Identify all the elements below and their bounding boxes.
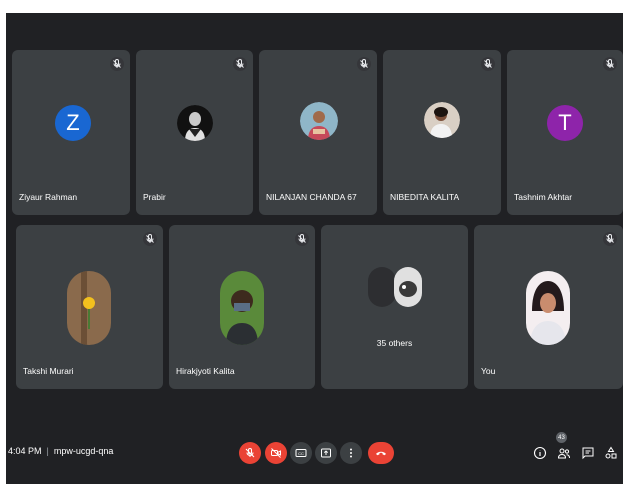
captions-button[interactable]: CC xyxy=(290,442,312,464)
mic-off-icon xyxy=(603,57,617,71)
chat-button[interactable] xyxy=(579,444,597,462)
activities-button[interactable] xyxy=(602,444,620,462)
avatar: Z xyxy=(55,105,91,141)
mic-off-icon xyxy=(603,232,617,246)
avatar xyxy=(220,271,264,345)
participant-name: NILANJAN CHANDA 67 xyxy=(266,192,357,202)
mic-off-icon xyxy=(357,57,371,71)
end-call-icon xyxy=(375,447,387,459)
more-options-button[interactable] xyxy=(340,442,362,464)
participant-name: Takshi Murari xyxy=(23,366,74,376)
meeting-info: 4:04 PM | mpw-ucgd-qna xyxy=(8,446,113,456)
meeting-code: mpw-ucgd-qna xyxy=(53,446,114,456)
mic-off-icon xyxy=(481,57,495,71)
avatar xyxy=(526,271,570,345)
avatar xyxy=(67,271,111,345)
avatar xyxy=(177,105,213,141)
avatar xyxy=(424,102,460,138)
avatar xyxy=(394,267,422,307)
divider: | xyxy=(46,446,49,456)
people-button[interactable] xyxy=(555,444,573,462)
participant-count-badge: 43 xyxy=(556,432,567,443)
meeting-details-button[interactable] xyxy=(531,444,549,462)
participant-tile[interactable]: Z Ziyaur Rahman xyxy=(12,50,130,215)
participant-name: You xyxy=(481,366,496,376)
activities-icon xyxy=(604,446,618,460)
participant-tile[interactable]: NIBEDITA KALITA xyxy=(383,50,501,215)
mic-off-icon xyxy=(244,447,256,459)
participant-tile[interactable]: T Tashnim Akhtar xyxy=(507,50,623,215)
mic-off-icon xyxy=(110,57,124,71)
participant-tile[interactable]: Hirakjyoti Kalita xyxy=(169,225,315,389)
camera-toggle-button[interactable] xyxy=(265,442,287,464)
avatar xyxy=(300,102,338,140)
participant-name: Hirakjyoti Kalita xyxy=(176,366,235,376)
mic-off-icon xyxy=(295,232,309,246)
more-options-icon xyxy=(345,447,357,459)
svg-text:CC: CC xyxy=(298,451,304,456)
participant-tile[interactable]: Prabir xyxy=(136,50,253,215)
chat-icon xyxy=(581,446,595,460)
participant-name: Ziyaur Rahman xyxy=(19,192,78,202)
info-icon xyxy=(533,446,547,460)
participant-tile[interactable]: NILANJAN CHANDA 67 xyxy=(259,50,377,215)
participant-tile[interactable]: Takshi Murari xyxy=(16,225,163,389)
avatar: T xyxy=(547,105,583,141)
participant-name: NIBEDITA KALITA xyxy=(390,192,460,202)
mic-toggle-button[interactable] xyxy=(239,442,261,464)
avatar xyxy=(368,267,396,307)
meeting-stage: Z Ziyaur Rahman Prabir NILANJAN CHANDA 6… xyxy=(6,13,623,484)
mic-off-icon xyxy=(233,57,247,71)
closed-captions-icon: CC xyxy=(295,447,307,459)
others-label: 35 others xyxy=(376,338,413,348)
people-icon xyxy=(557,446,571,460)
participant-name: Prabir xyxy=(143,192,166,202)
present-button[interactable] xyxy=(315,442,337,464)
camera-off-icon xyxy=(270,447,282,459)
leave-call-button[interactable] xyxy=(368,442,394,464)
others-tile[interactable]: 35 others xyxy=(321,225,468,389)
self-view-tile[interactable]: You xyxy=(474,225,623,389)
mic-off-icon xyxy=(143,232,157,246)
present-screen-icon xyxy=(320,447,332,459)
participant-name: Tashnim Akhtar xyxy=(514,192,573,202)
meeting-time: 4:04 PM xyxy=(8,446,42,456)
